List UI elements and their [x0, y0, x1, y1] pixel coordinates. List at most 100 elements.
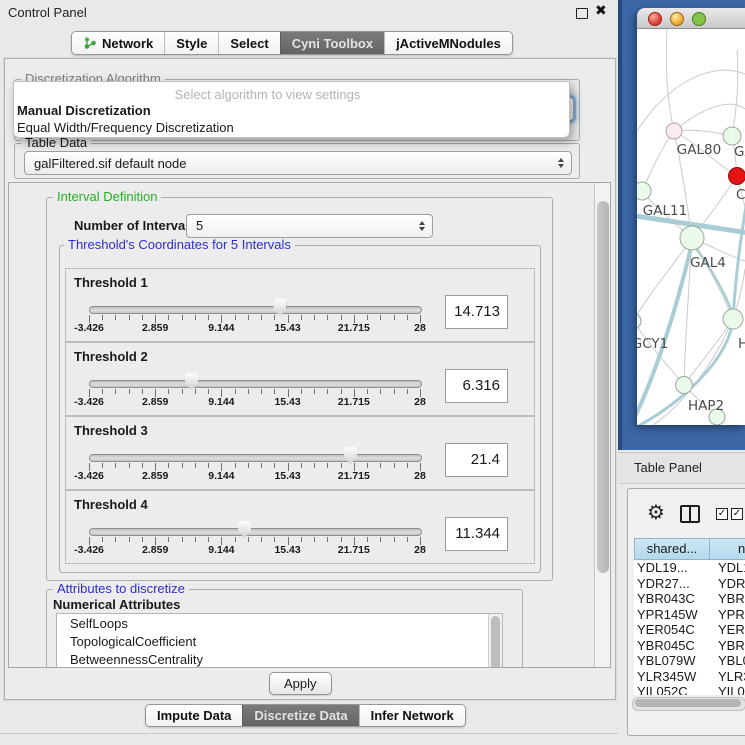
threshold-2-value[interactable]: 6.316 — [445, 369, 508, 403]
threshold-3-panel: Threshold 3 -3.4262.8599.14415.4321.7152… — [65, 416, 535, 490]
slider-tick-labels: -3.4262.8599.14415.4321.71528 — [89, 470, 420, 482]
list-item[interactable]: TopologicalCoefficient — [57, 632, 502, 650]
table-cell[interactable]: YPR145W — [637, 607, 711, 623]
node-right[interactable] — [723, 309, 743, 329]
threshold-4-slider[interactable] — [89, 528, 422, 536]
network-icon — [83, 36, 97, 50]
threshold-1-slider[interactable] — [89, 306, 422, 314]
node-label-gal80: GAL80 — [677, 142, 721, 158]
tab-label: Network — [102, 36, 153, 51]
control-panel-tabs: Network Style Select Cyni Toolbox jActiv… — [71, 31, 513, 55]
tab-impute-data[interactable]: Impute Data — [146, 705, 242, 726]
list-item[interactable]: SelfLoops — [57, 614, 502, 632]
table-cell[interactable]: YBR045C — [637, 638, 711, 654]
threshold-3-value[interactable]: 21.4 — [445, 443, 508, 477]
table-panel-title: Table Panel — [634, 460, 702, 475]
control-panel-titlebar: Control Panel ✖ — [0, 0, 618, 24]
table-cell[interactable]: YLR345W — [637, 669, 711, 685]
node-pink[interactable] — [666, 123, 682, 139]
table-cell[interactable]: YLR3 — [718, 669, 745, 685]
network-graph: GAL80 GA C GAL11 GAL4 GCY1 H HAP2 — [637, 29, 745, 425]
combo-arrows-icon — [558, 158, 564, 168]
list-item[interactable]: BetweennessCentrality — [57, 650, 502, 668]
close-icon[interactable]: ✖ — [595, 3, 607, 19]
table-cell[interactable]: YIL0 — [718, 684, 745, 695]
node-label-partial-top: GA — [734, 144, 745, 160]
node-label-partial-mid: C — [736, 187, 745, 203]
threshold-3-slider[interactable] — [89, 454, 422, 462]
table-cell[interactable]: YPR1 — [718, 607, 745, 623]
group-title: Threshold's Coordinates for 5 Intervals — [64, 238, 295, 252]
table-panel: ⚙ ✓ ✓ shared... na YDL19... YDL1 YDR27..… — [627, 488, 745, 736]
algorithm-dropdown-popup: Select algorithm to view settings Manual… — [13, 81, 570, 138]
settings-vertical-scrollbar[interactable] — [594, 183, 611, 667]
group-title: Attributes to discretize — [53, 582, 189, 596]
node-gcy1[interactable] — [637, 313, 641, 329]
panel-title: Control Panel — [8, 5, 87, 20]
zoom-button[interactable] — [692, 12, 706, 26]
dropdown-option-equal-width[interactable]: Equal Width/Frequency Discretization — [16, 120, 567, 136]
table-cell[interactable]: YBR043C — [637, 591, 711, 607]
table-horizontal-scrollbar[interactable] — [632, 697, 745, 711]
split-columns-icon[interactable] — [680, 505, 700, 523]
column-header-name[interactable]: na — [709, 538, 745, 560]
threshold-2-slider[interactable] — [89, 380, 422, 388]
thresholds-group: Threshold's Coordinates for 5 Intervals … — [59, 245, 541, 573]
checkbox-icon[interactable]: ✓ — [716, 508, 728, 520]
tab-style[interactable]: Style — [164, 32, 218, 54]
dropdown-option-manual[interactable]: Manual Discretization — [16, 103, 567, 119]
table-cell[interactable]: YBL0 — [718, 653, 745, 669]
slider-tick-labels: -3.4262.8599.14415.4321.71528 — [89, 544, 420, 556]
table-cell[interactable]: YDL19... — [637, 560, 711, 576]
threshold-label: Threshold 3 — [74, 423, 148, 438]
threshold-label: Threshold 2 — [74, 349, 148, 364]
node-gal4[interactable] — [680, 226, 704, 250]
node-green[interactable] — [723, 127, 741, 145]
table-cell[interactable]: YER0 — [718, 622, 745, 638]
application-window: Control Panel ✖ Network Style Select Cyn… — [0, 0, 745, 745]
column-header-shared-name[interactable]: shared... — [634, 538, 710, 560]
float-window-icon[interactable] — [576, 8, 588, 19]
slider-tick-labels: -3.4262.8599.14415.4321.71528 — [89, 322, 420, 334]
list-scrollbar[interactable] — [488, 614, 502, 668]
threshold-4-value[interactable]: 11.344 — [445, 517, 508, 551]
tab-discretize-data[interactable]: Discretize Data — [242, 705, 358, 726]
table-cell[interactable]: YDL1 — [718, 560, 745, 576]
table-data-combobox[interactable]: galFiltered.sif default node — [24, 151, 572, 175]
tab-infer-network[interactable]: Infer Network — [359, 705, 465, 726]
node-red-selected[interactable] — [729, 168, 745, 185]
bottom-tabs: Impute Data Discretize Data Infer Networ… — [145, 704, 466, 727]
table-cell[interactable]: YDR2 — [718, 576, 745, 592]
table-cell[interactable]: YBR0 — [718, 591, 745, 607]
threshold-2-panel: Threshold 2 -3.4262.8599.14415.4321.7152… — [65, 342, 535, 416]
node-label-gal11: GAL11 — [643, 203, 687, 219]
table-cell[interactable]: YIL052C — [637, 684, 711, 695]
close-button[interactable] — [648, 12, 662, 26]
tab-select[interactable]: Select — [218, 32, 279, 54]
table-cell[interactable]: YDR27... — [637, 576, 711, 592]
table-cell[interactable]: YER054C — [637, 622, 711, 638]
table-cell[interactable]: YBR0 — [718, 638, 745, 654]
network-window-titlebar[interactable] — [637, 8, 745, 29]
threshold-1-value[interactable]: 14.713 — [445, 295, 508, 329]
checkbox-icon[interactable]: ✓ — [731, 508, 743, 520]
threshold-4-panel: Threshold 4 -3.4262.8599.14415.4321.7152… — [65, 490, 535, 564]
tab-cyni-toolbox[interactable]: Cyni Toolbox — [280, 32, 384, 54]
tab-network[interactable]: Network — [72, 32, 164, 54]
gear-icon[interactable]: ⚙ — [647, 502, 665, 522]
dropdown-hint: Select algorithm to view settings — [14, 87, 521, 102]
settings-scroll-area: Interval Definition Number of Intervals … — [8, 182, 611, 668]
node-label-hap2: HAP2 — [688, 398, 724, 414]
node-hap2[interactable] — [676, 377, 693, 394]
combobox-value: galFiltered.sif default node — [25, 156, 186, 171]
tab-jactivemnodules[interactable]: jActiveMNodules — [384, 32, 512, 54]
cyni-toolbox-panel: Discretization Algorithm Table Data galF… — [4, 58, 616, 700]
table-cell[interactable]: YBL079W — [637, 653, 711, 669]
apply-button[interactable]: Apply — [269, 672, 332, 695]
node-gal11[interactable] — [637, 182, 651, 200]
numerical-attributes-label: Numerical Attributes — [53, 597, 180, 612]
network-canvas[interactable]: GAL80 GA C GAL11 GAL4 GCY1 H HAP2 — [637, 29, 745, 425]
number-of-intervals-spinner[interactable]: 5 — [186, 214, 433, 238]
minimize-button[interactable] — [670, 12, 684, 26]
table-panel-titlebar: Table Panel — [618, 452, 745, 484]
